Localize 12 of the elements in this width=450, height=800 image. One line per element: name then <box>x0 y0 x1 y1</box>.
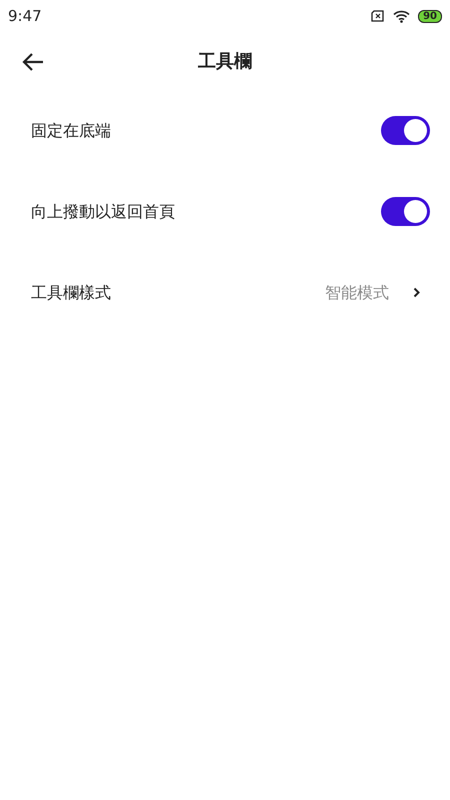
toggle-switch[interactable] <box>381 116 430 145</box>
toggle-switch[interactable] <box>381 197 430 226</box>
page-title: 工具欄 <box>198 50 252 74</box>
setting-label: 固定在底端 <box>31 120 111 142</box>
status-time: 9:47 <box>8 6 42 27</box>
sim-icon <box>371 10 386 22</box>
setting-label: 向上撥動以返回首頁 <box>31 200 175 222</box>
setting-value[interactable]: 智能模式 <box>325 280 389 304</box>
wifi-icon <box>393 10 410 22</box>
battery-indicator: 90 <box>418 10 442 22</box>
chevron-right-icon[interactable] <box>413 287 420 298</box>
setting-label: 工具欄樣式 <box>31 282 111 304</box>
